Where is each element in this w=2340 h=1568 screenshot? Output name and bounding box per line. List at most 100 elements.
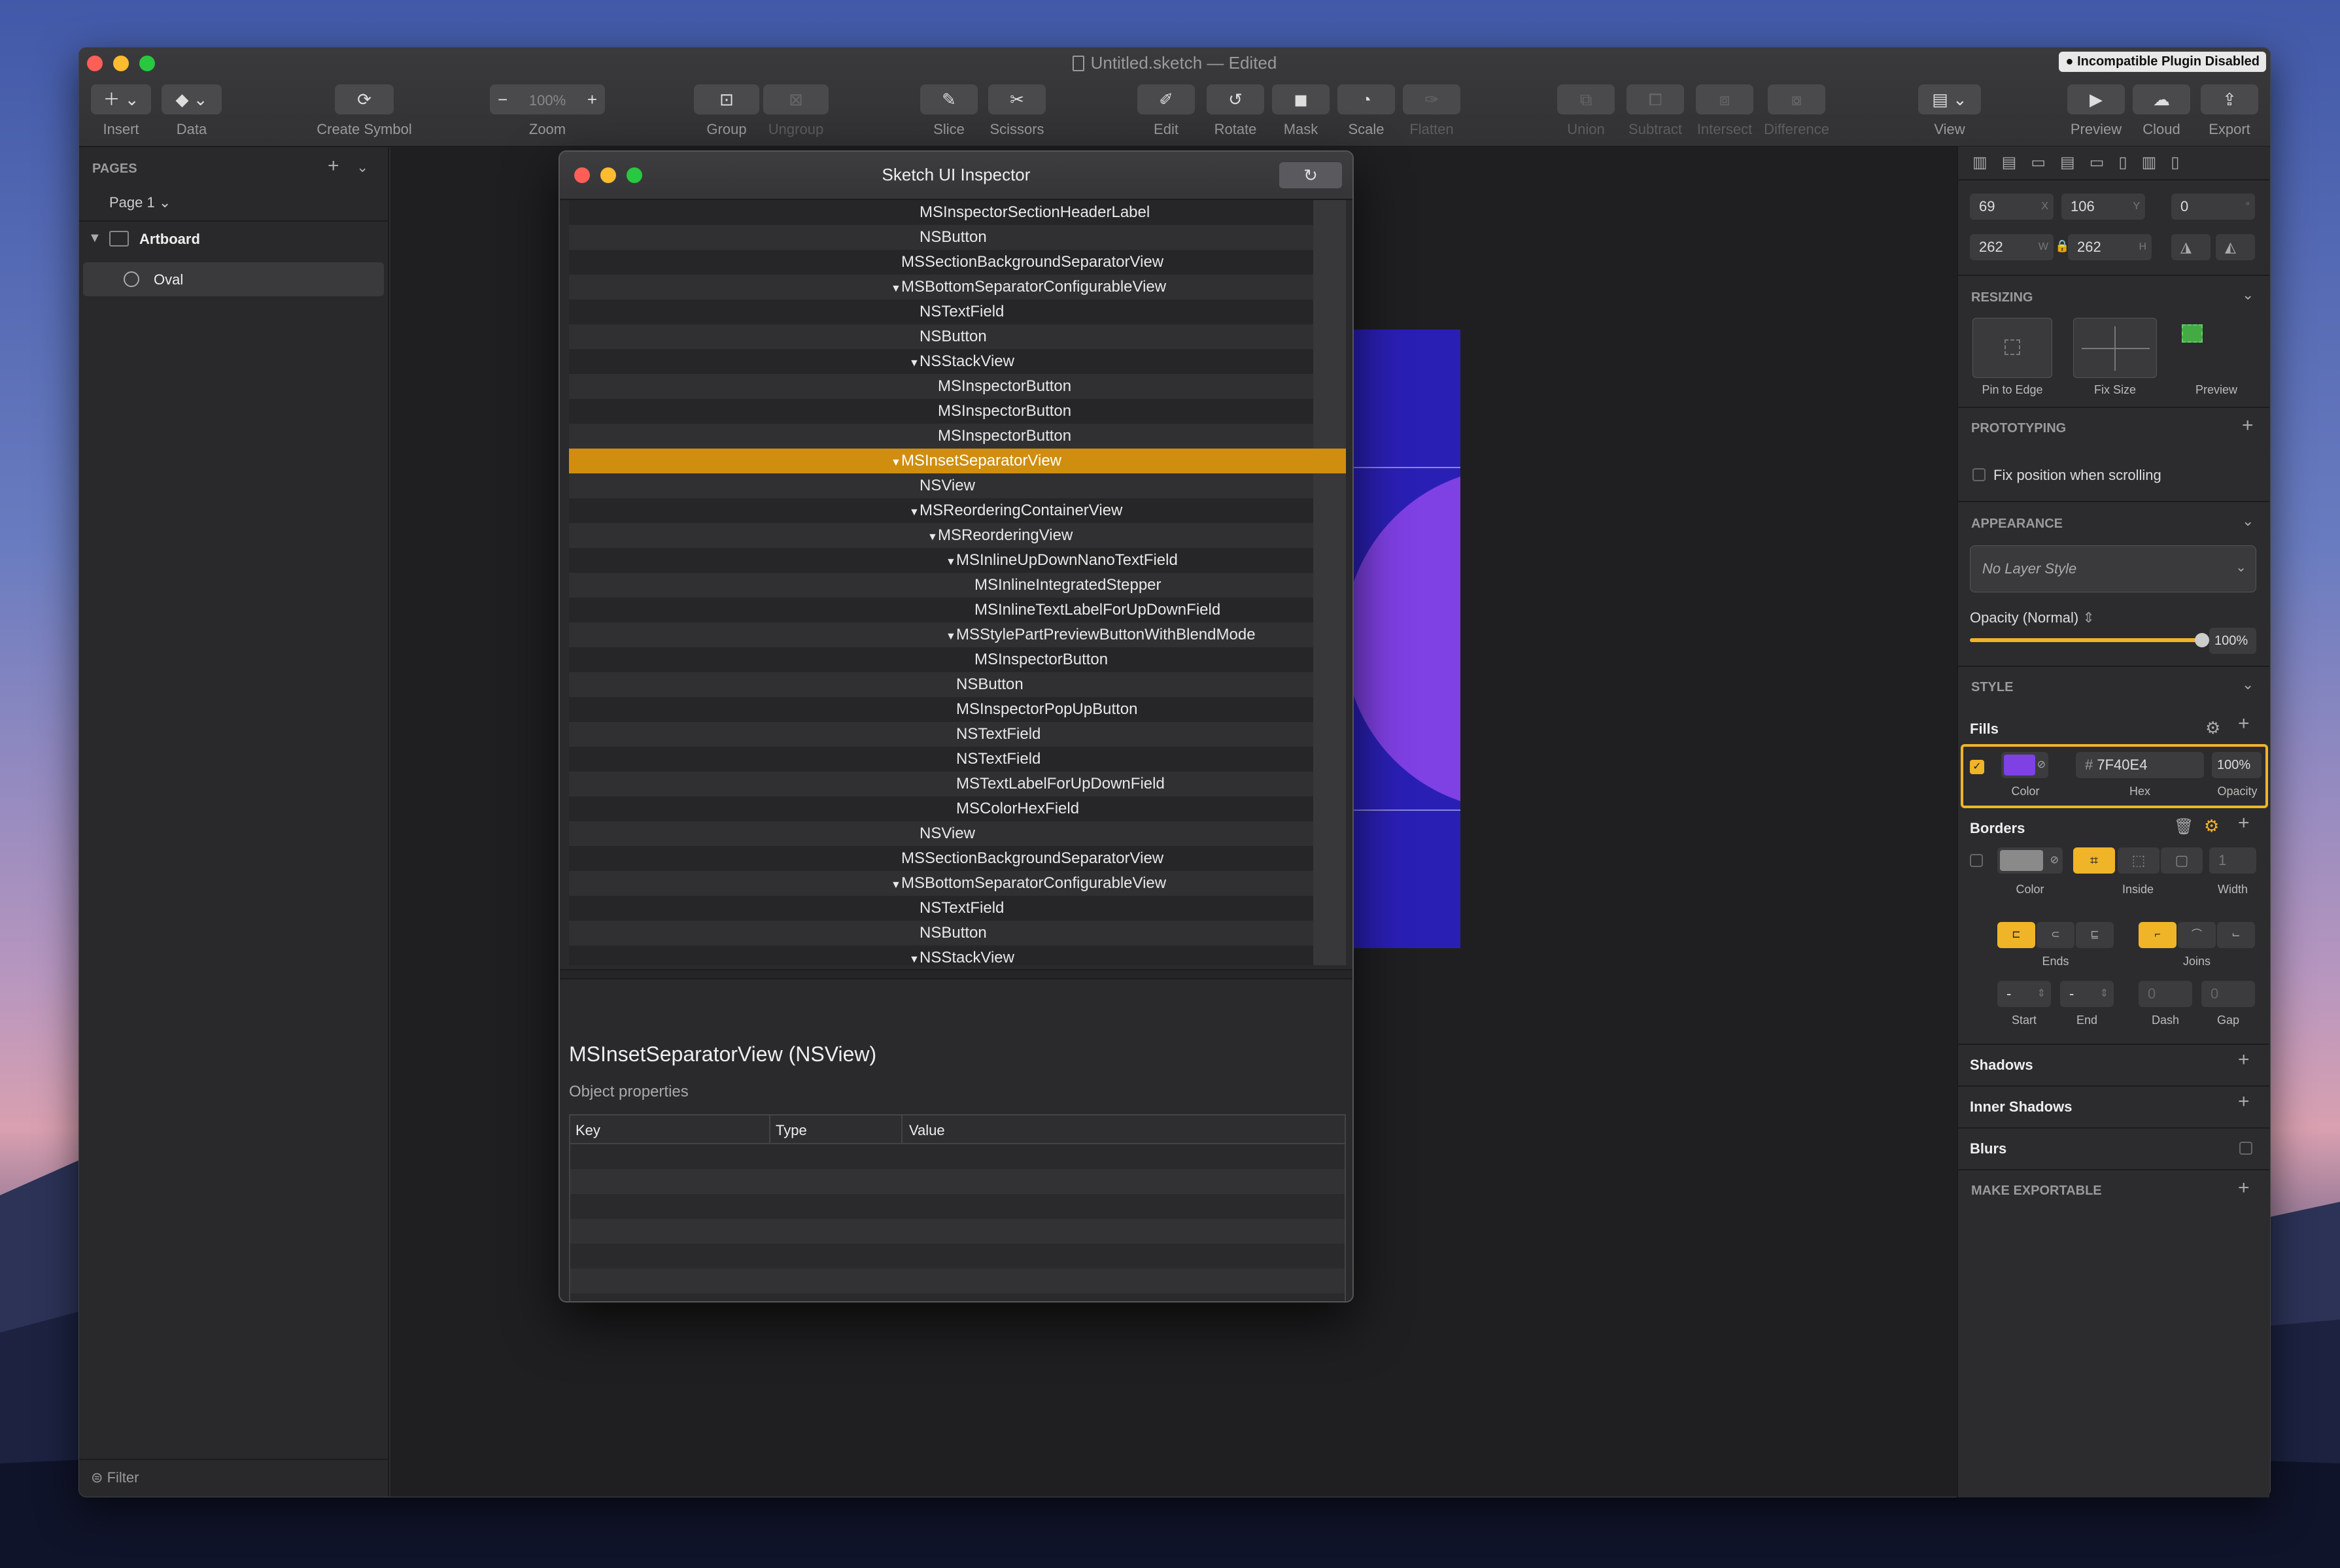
- round-join-button[interactable]: ⌒: [2178, 922, 2216, 948]
- intersect-tool[interactable]: ⧈ Intersect: [1692, 84, 1757, 138]
- tree-row[interactable]: NSView: [569, 821, 1346, 846]
- refresh-button[interactable]: ↻: [1279, 162, 1342, 188]
- zoom-tool[interactable]: − 100% + Zoom: [490, 84, 605, 138]
- disclosure-triangle-icon[interactable]: ▼: [927, 525, 938, 550]
- tree-row[interactable]: ▼MSInsetSeparatorView: [569, 449, 1346, 473]
- ungroup-tool[interactable]: ⊠ Ungroup: [763, 84, 829, 138]
- tree-row[interactable]: MSInspectorSectionHeaderLabel: [569, 200, 1346, 225]
- tree-row[interactable]: ▼MSInlineUpDownNanoTextField: [569, 548, 1346, 573]
- fix-position-checkbox[interactable]: [1972, 468, 1986, 481]
- pin-to-edge-control[interactable]: [1972, 318, 2052, 378]
- flip-horizontal-button[interactable]: ◮: [2171, 234, 2211, 260]
- disclosure-triangle-icon[interactable]: ▼: [891, 873, 901, 898]
- rotation-field[interactable]: 0 °: [2171, 194, 2255, 220]
- tree-row[interactable]: NSTextField: [569, 722, 1346, 747]
- view-tool[interactable]: ▤ ⌄ View: [1918, 84, 1981, 138]
- slice-tool[interactable]: ✎ Slice: [920, 84, 978, 138]
- split-view-divider[interactable]: [560, 969, 1352, 980]
- fill-enabled-checkbox[interactable]: ✓: [1970, 760, 1984, 774]
- opacity-mode-selector[interactable]: Opacity (Normal) ⇕: [1970, 609, 2095, 626]
- page-selector[interactable]: Page 1 ⌄: [109, 194, 171, 211]
- tree-row[interactable]: MSColorHexField: [569, 796, 1346, 821]
- tree-row[interactable]: NSButton: [569, 672, 1346, 697]
- height-field[interactable]: 262 H: [2068, 234, 2152, 260]
- border-center-button[interactable]: ⌗: [2073, 847, 2115, 874]
- chevron-down-icon[interactable]: ⌄: [2242, 676, 2254, 693]
- tree-row[interactable]: NSButton: [569, 921, 1346, 946]
- square-end-button[interactable]: ⊑: [2076, 922, 2114, 948]
- chevron-down-icon[interactable]: ⌄: [2242, 286, 2254, 303]
- incompatible-plugin-badge[interactable]: ● Incompatible Plugin Disabled: [2059, 52, 2266, 72]
- tree-row[interactable]: NSTextField: [569, 896, 1346, 921]
- tree-row[interactable]: MSInspectorButton: [569, 647, 1346, 672]
- cloud-tool[interactable]: ☁ Cloud: [2133, 84, 2190, 138]
- disclosure-triangle-icon[interactable]: ▼: [909, 500, 920, 525]
- tree-row[interactable]: ▼MSReorderingView: [569, 523, 1346, 548]
- flatten-tool[interactable]: ✑ Flatten: [1399, 84, 1464, 138]
- fill-color-well[interactable]: ⊘: [2001, 752, 2048, 778]
- bevel-join-button[interactable]: ⌙: [2217, 922, 2255, 948]
- tree-row[interactable]: ▼NSStackView: [569, 946, 1346, 965]
- add-page-icon[interactable]: +: [328, 155, 339, 177]
- tree-row[interactable]: NSView: [569, 473, 1346, 498]
- tree-row[interactable]: ▼MSStylePartPreviewButtonWithBlendMode: [569, 622, 1346, 647]
- tree-row[interactable]: MSInspectorButton: [569, 399, 1346, 424]
- filter-field[interactable]: ⊜ Filter: [91, 1469, 139, 1486]
- tree-row[interactable]: MSTextLabelForUpDownField: [569, 772, 1346, 796]
- disclosure-triangle-icon[interactable]: ▼: [88, 231, 101, 246]
- disclosure-triangle-icon[interactable]: ▼: [891, 277, 901, 301]
- layer-style-dropdown[interactable]: No Layer Style ⌄: [1970, 545, 2256, 592]
- flip-vertical-button[interactable]: ◭: [2216, 234, 2255, 260]
- fill-hex-field[interactable]: # 7F40E4: [2076, 752, 2204, 778]
- difference-tool[interactable]: ⧇ Difference: [1757, 84, 1836, 138]
- zoom-out-icon[interactable]: −: [498, 84, 508, 114]
- create-symbol-tool[interactable]: ⟳ Create Symbol: [299, 84, 430, 138]
- zoom-in-icon[interactable]: +: [587, 84, 597, 114]
- column-value[interactable]: Value: [909, 1122, 945, 1139]
- disclosure-triangle-icon[interactable]: ▼: [909, 351, 920, 376]
- disclosure-triangle-icon[interactable]: ▼: [946, 550, 956, 575]
- opacity-slider[interactable]: [1970, 633, 2209, 647]
- fix-size-control[interactable]: [2073, 318, 2157, 378]
- column-type[interactable]: Type: [776, 1122, 807, 1139]
- oval-shape[interactable]: [1344, 468, 1460, 810]
- x-position-field[interactable]: 69 X: [1970, 194, 2054, 220]
- blur-checkbox[interactable]: [2239, 1142, 2252, 1155]
- add-export-icon[interactable]: +: [2238, 1177, 2250, 1199]
- add-shadow-icon[interactable]: +: [2238, 1049, 2250, 1071]
- fill-opacity-field[interactable]: 100%: [2212, 752, 2262, 778]
- alignment-toolbar[interactable]: ▥▤▭▤▭▯▥▯: [1972, 153, 2194, 172]
- tree-row[interactable]: ▼MSBottomSeparatorConfigurableView: [569, 275, 1346, 299]
- insert-tool[interactable]: ＋ ⌄ Insert: [91, 84, 151, 138]
- tree-row[interactable]: MSInlineIntegratedStepper: [569, 573, 1346, 598]
- rotate-tool[interactable]: ↺ Rotate: [1203, 84, 1268, 138]
- group-tool[interactable]: ⊡ Group: [694, 84, 759, 138]
- border-width-field[interactable]: 1: [2209, 847, 2256, 874]
- opacity-field[interactable]: 100%: [2209, 628, 2256, 654]
- border-inside-button[interactable]: ⬚: [2118, 847, 2159, 874]
- edit-tool[interactable]: ✐ Edit: [1137, 84, 1195, 138]
- union-tool[interactable]: ⧉ Union: [1553, 84, 1619, 138]
- tree-row[interactable]: MSInlineTextLabelForUpDownField: [569, 598, 1346, 622]
- gear-icon[interactable]: ⚙: [2204, 816, 2219, 836]
- disclosure-triangle-icon[interactable]: ▼: [909, 947, 920, 965]
- tree-row[interactable]: MSInspectorButton: [569, 374, 1346, 399]
- preview-tool[interactable]: ▶ Preview: [2063, 84, 2129, 138]
- add-fill-icon[interactable]: +: [2238, 713, 2250, 735]
- disclosure-triangle-icon[interactable]: ▼: [891, 451, 901, 475]
- scissors-tool[interactable]: ✂ Scissors: [984, 84, 1050, 138]
- disclosure-triangle-icon[interactable]: ▼: [946, 624, 956, 649]
- border-enabled-checkbox[interactable]: [1970, 854, 1983, 867]
- tree-row[interactable]: NSButton: [569, 324, 1346, 349]
- start-arrow-field[interactable]: - ⇕: [1997, 981, 2051, 1007]
- chevron-down-icon[interactable]: ⌄: [2242, 513, 2254, 530]
- tree-row[interactable]: NSTextField: [569, 747, 1346, 772]
- miter-join-button[interactable]: ⌐: [2139, 922, 2177, 948]
- add-prototyping-icon[interactable]: +: [2242, 415, 2254, 437]
- tree-row[interactable]: NSButton: [569, 225, 1346, 250]
- y-position-field[interactable]: 106 Y: [2061, 194, 2145, 220]
- tree-row[interactable]: MSSectionBackgroundSeparatorView: [569, 250, 1346, 275]
- layer-artboard[interactable]: ▼ Artboard: [79, 222, 388, 258]
- mask-tool[interactable]: ◼ Mask: [1272, 84, 1330, 138]
- scale-tool[interactable]: ◔ Scale: [1337, 84, 1395, 138]
